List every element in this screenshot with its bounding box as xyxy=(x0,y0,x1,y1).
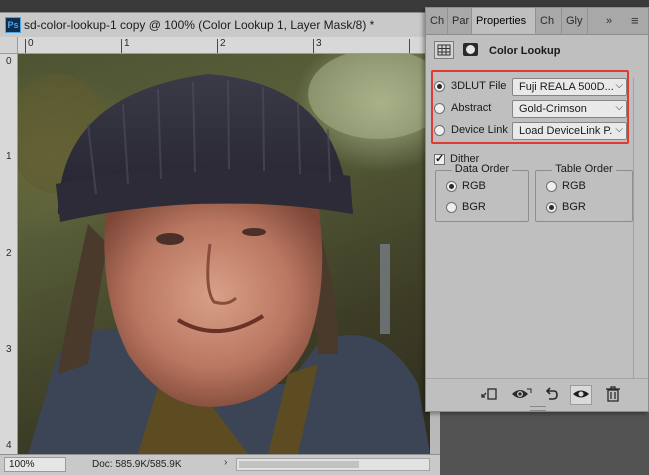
table-order-title: Table Order xyxy=(536,163,632,175)
tab-character[interactable]: Ch xyxy=(536,8,562,34)
ruler-label: 3 xyxy=(316,38,322,49)
ruler-label: 2 xyxy=(220,38,226,49)
table-order-rgb-label: RGB xyxy=(562,180,586,192)
status-bar: 100% Doc: 585.9K/585.9K › xyxy=(0,454,440,475)
tab-channels[interactable]: Ch xyxy=(426,8,448,34)
panel-header: Color Lookup xyxy=(426,35,648,67)
tab-properties[interactable]: Properties xyxy=(472,8,536,34)
panel-title: Color Lookup xyxy=(489,45,561,57)
ruler-origin[interactable] xyxy=(0,37,18,54)
portrait-photo xyxy=(18,54,430,454)
data-order-rgb-radio[interactable] xyxy=(446,181,457,192)
ruler-label: 4 xyxy=(6,440,12,451)
data-order-title: Data Order xyxy=(436,163,528,175)
ruler-label: 0 xyxy=(28,38,34,49)
ruler-label: 1 xyxy=(6,151,12,162)
clip-to-layer-icon[interactable] xyxy=(478,385,500,405)
document-title: sd-color-lookup-1 copy @ 100% (Color Loo… xyxy=(24,18,375,32)
vertical-ruler[interactable]: 0 1 2 3 4 xyxy=(0,54,18,454)
table-order-bgr-label: BGR xyxy=(562,201,586,213)
reset-icon[interactable] xyxy=(540,385,562,405)
data-order-bgr-label: BGR xyxy=(462,201,486,213)
document-tab[interactable]: Ps sd-color-lookup-1 copy @ 100% (Color … xyxy=(0,12,430,38)
panel-resize-grip[interactable] xyxy=(530,406,546,411)
annotation-highlight-box xyxy=(431,70,629,144)
visibility-icon[interactable] xyxy=(570,385,592,405)
document-size-info: Doc: 585.9K/585.9K xyxy=(92,459,182,470)
data-order-group: Data Order RGB BGR xyxy=(435,163,529,222)
view-previous-state-icon[interactable] xyxy=(510,385,532,405)
horizontal-ruler[interactable]: 0 1 2 3 xyxy=(18,37,430,54)
panel-tab-bar: Ch Par Properties Ch Gly » ≡ xyxy=(426,8,648,35)
horizontal-scrollbar[interactable] xyxy=(236,458,430,471)
table-order-group: Table Order RGB BGR xyxy=(535,163,633,222)
status-menu-arrow-icon[interactable]: › xyxy=(224,457,227,468)
scrollbar-thumb[interactable] xyxy=(239,461,359,468)
photoshop-logo-icon: Ps xyxy=(5,17,21,33)
ruler-label: 0 xyxy=(6,56,12,67)
adjustment-grid-icon[interactable] xyxy=(434,41,454,59)
data-order-rgb-label: RGB xyxy=(462,180,486,192)
layer-mask-icon[interactable] xyxy=(463,43,478,56)
panel-scrollbar[interactable] xyxy=(633,78,643,378)
delete-icon[interactable] xyxy=(602,385,624,405)
tab-glyphs[interactable]: Gly xyxy=(562,8,588,34)
properties-panel: Ch Par Properties Ch Gly » ≡ Color Looku… xyxy=(425,7,649,412)
table-order-rgb-radio[interactable] xyxy=(546,181,557,192)
ruler-label: 3 xyxy=(6,344,12,355)
tab-paragraph[interactable]: Par xyxy=(448,8,472,34)
table-order-bgr-radio[interactable] xyxy=(546,202,557,213)
data-order-bgr-radio[interactable] xyxy=(446,202,457,213)
image-canvas[interactable] xyxy=(18,54,430,454)
panel-menu-icon[interactable]: ≡ xyxy=(631,8,639,34)
ruler-label: 1 xyxy=(124,38,130,49)
zoom-level-field[interactable]: 100% xyxy=(4,457,66,472)
ruler-label: 2 xyxy=(6,248,12,259)
tab-overflow-icon[interactable]: » xyxy=(606,8,612,34)
